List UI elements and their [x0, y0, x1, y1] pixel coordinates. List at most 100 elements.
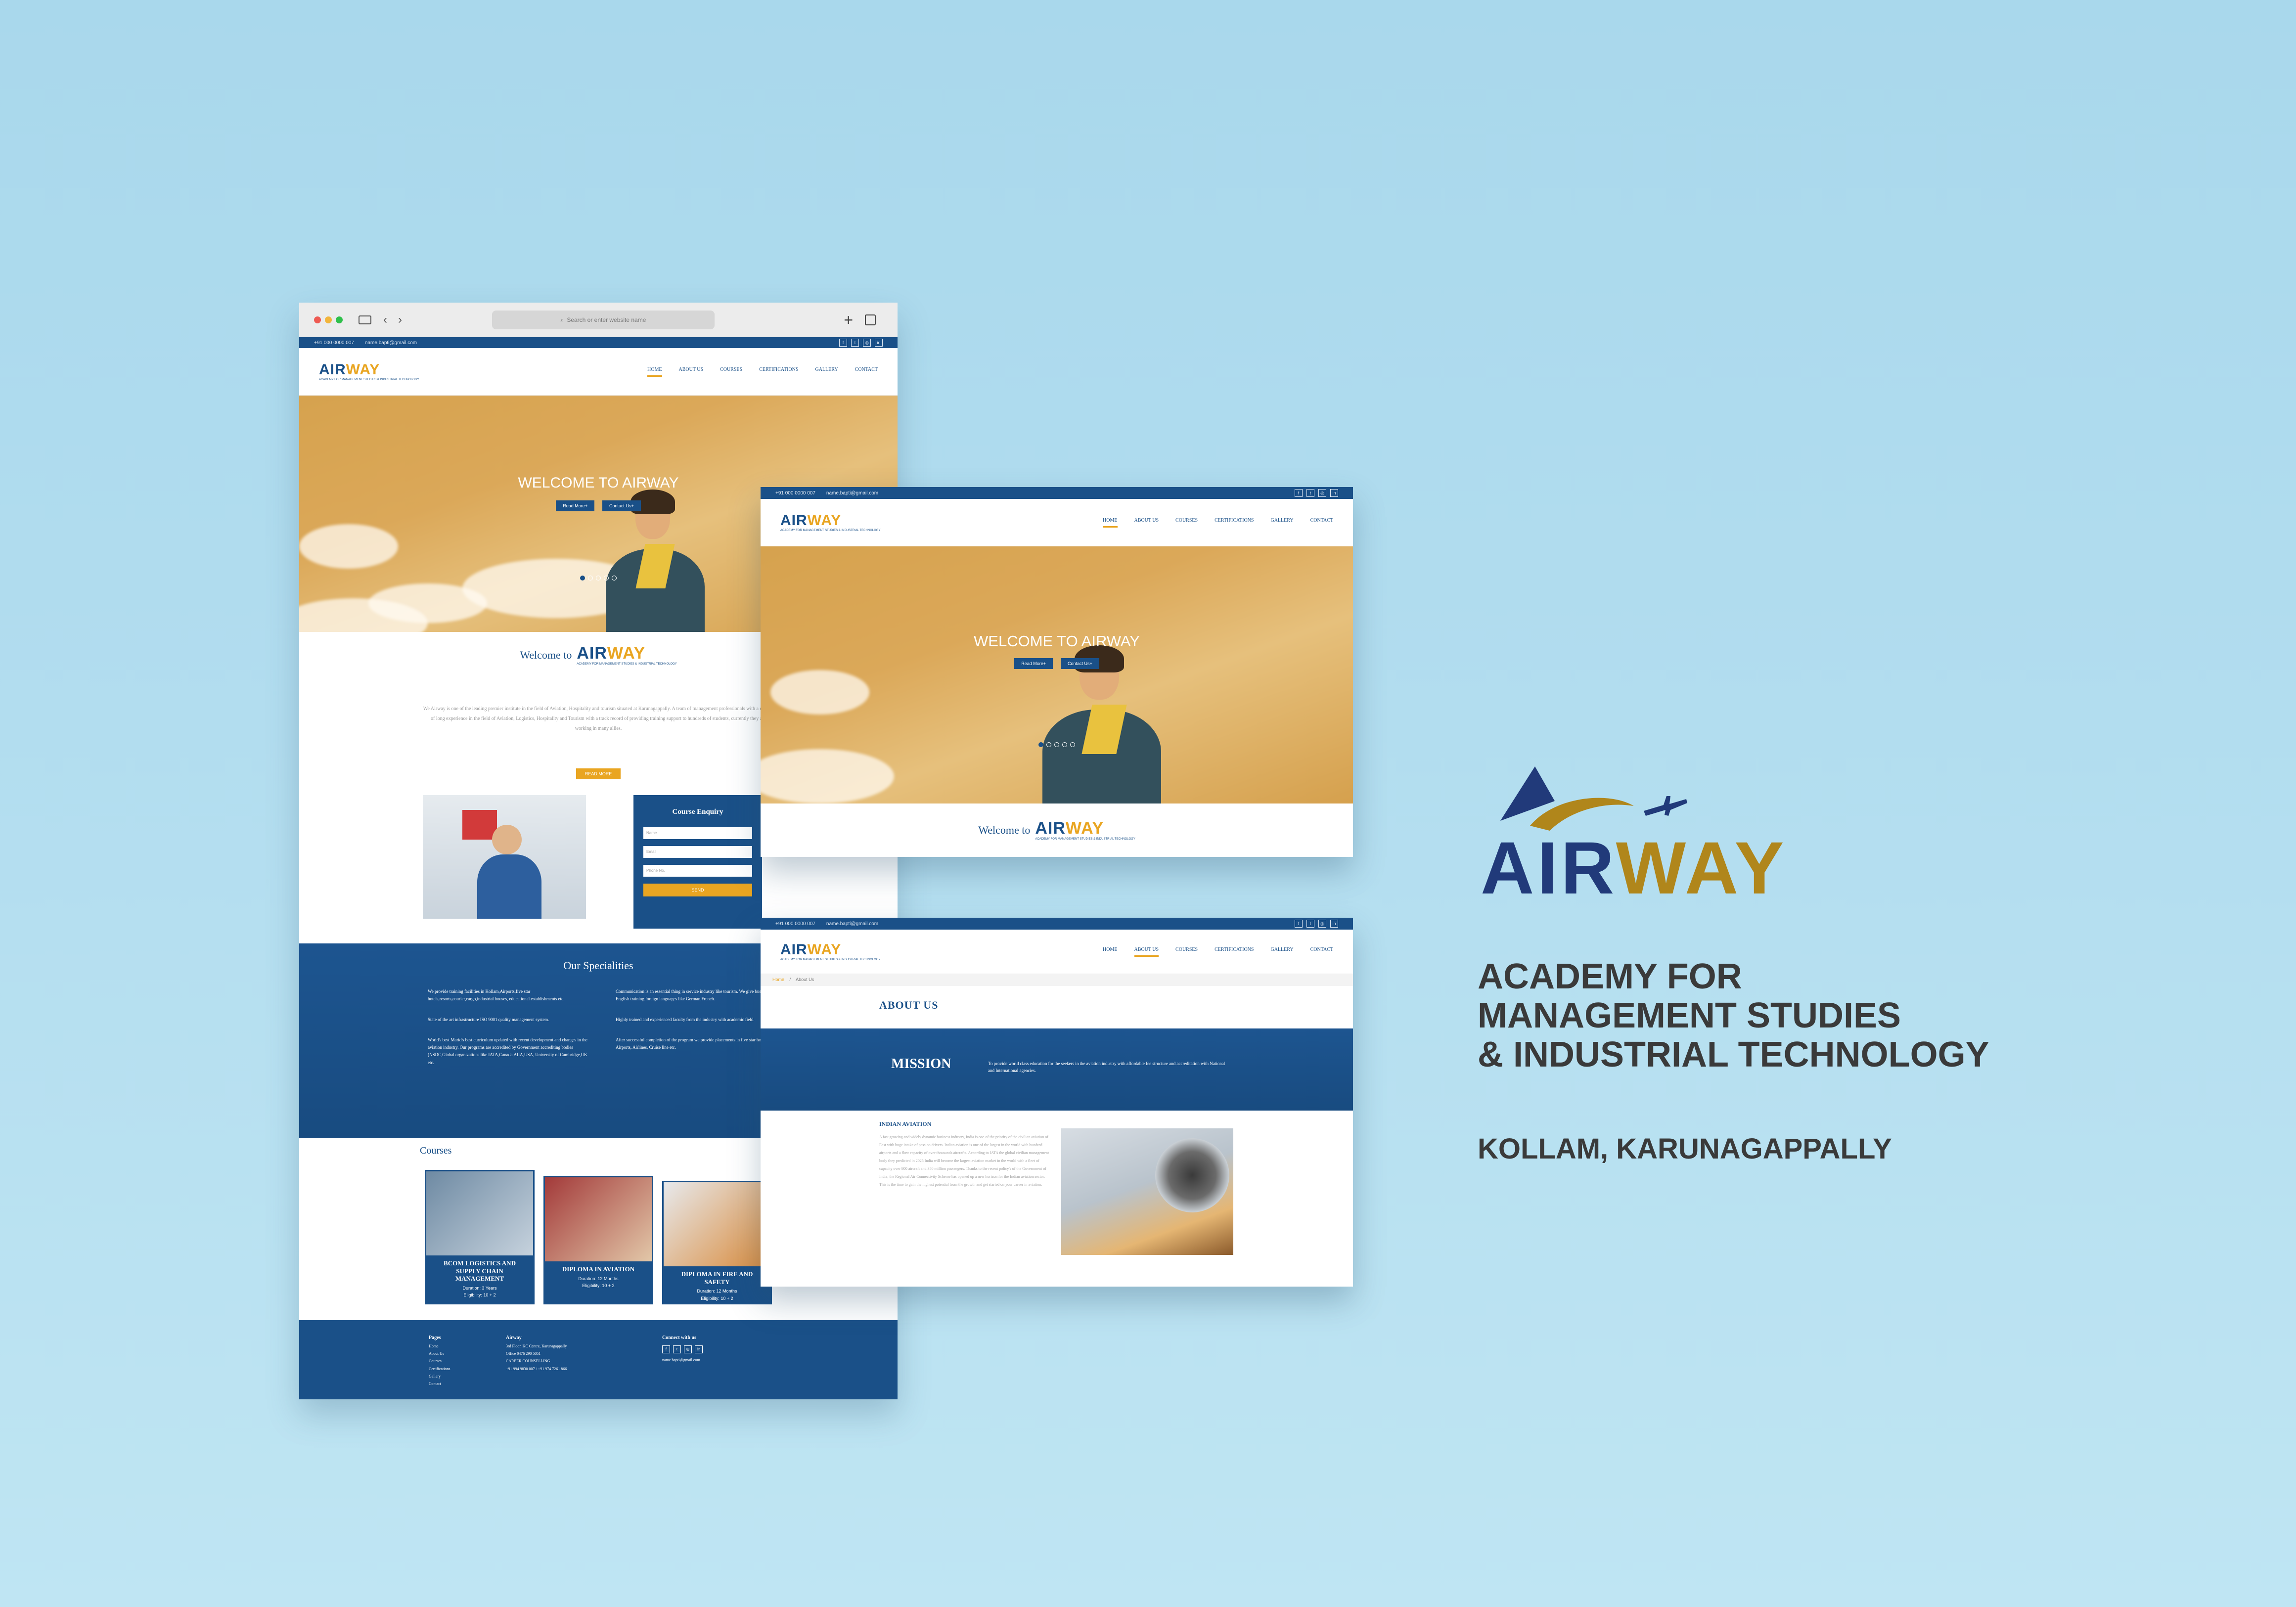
topbar-email[interactable]: name.bapti@gmail.com	[826, 491, 878, 496]
carousel-dot[interactable]	[1054, 742, 1059, 747]
hero-read-more-button[interactable]: Read More+	[1014, 658, 1053, 669]
mission-text: To provide world class education for the…	[988, 1061, 1225, 1073]
read-more-button[interactable]: READ MORE	[576, 768, 621, 779]
carousel-dot[interactable]	[588, 576, 593, 580]
nav-certifications[interactable]: CERTIFICATIONS	[1215, 518, 1254, 528]
carousel-dot[interactable]	[612, 576, 617, 580]
footer-link[interactable]: Contact	[429, 1380, 450, 1387]
footer-address-line: +91 994 9830 007 / +91 974 7261 866	[506, 1366, 567, 1371]
nav-courses[interactable]: COURSES	[1175, 518, 1198, 528]
facebook-icon[interactable]: f	[1295, 489, 1303, 497]
hero-read-more-button[interactable]: Read More+	[556, 500, 594, 511]
carousel-dot[interactable]	[580, 576, 585, 580]
twitter-icon[interactable]: t	[851, 339, 859, 347]
course-card[interactable]: BCOM LOGISTICS AND SUPPLY CHAIN MANAGEME…	[425, 1170, 535, 1304]
carousel-dot[interactable]	[1062, 742, 1067, 747]
tabs-overview-icon[interactable]	[865, 314, 876, 325]
sidebar-toggle-icon[interactable]	[359, 315, 371, 324]
speciality-item: Highly trained and experienced faculty f…	[616, 1017, 755, 1022]
nav-certifications[interactable]: CERTIFICATIONS	[759, 367, 798, 377]
footer-link[interactable]: Courses	[429, 1357, 450, 1365]
nav-about[interactable]: ABOUT US	[1134, 518, 1159, 528]
linkedin-icon[interactable]: in	[1330, 489, 1338, 497]
site-navbar: AIRWAY ACADEMY FOR MANAGEMENT STUDIES & …	[299, 348, 898, 396]
nav-courses[interactable]: COURSES	[720, 367, 742, 377]
enquiry-name-input[interactable]: Name	[643, 827, 752, 839]
instagram-icon[interactable]: ◎	[1318, 920, 1326, 928]
course-card[interactable]: DIPLOMA IN FIRE AND SAFETY Duration: 12 …	[662, 1181, 772, 1304]
carousel-dot[interactable]	[1038, 742, 1043, 747]
nav-home[interactable]: HOME	[647, 367, 662, 377]
twitter-icon[interactable]: t	[1306, 920, 1314, 928]
twitter-icon[interactable]: t	[673, 1345, 681, 1353]
instagram-icon[interactable]: ◎	[1318, 489, 1326, 497]
linkedin-icon[interactable]: in	[695, 1345, 703, 1353]
maximize-window-dot[interactable]	[336, 316, 343, 323]
linkedin-icon[interactable]: in	[875, 339, 883, 347]
nav-certifications[interactable]: CERTIFICATIONS	[1215, 947, 1254, 957]
nav-about[interactable]: ABOUT US	[1134, 947, 1159, 957]
course-card[interactable]: DIPLOMA IN AVIATION Duration: 12 Months …	[543, 1176, 653, 1304]
logo-subtitle: ACADEMY FOR MANAGEMENT STUDIES & INDUSTR…	[577, 663, 677, 666]
enquiry-email-input[interactable]: Email	[643, 846, 752, 858]
carousel-dot[interactable]	[1070, 742, 1075, 747]
forward-icon[interactable]: ›	[398, 313, 402, 327]
nav-home[interactable]: HOME	[1103, 518, 1118, 528]
enquiry-send-button[interactable]: SEND	[643, 884, 752, 896]
nav-contact[interactable]: CONTACT	[1310, 518, 1333, 528]
footer-link[interactable]: About Us	[429, 1350, 450, 1357]
breadcrumb: Home / About Us	[761, 974, 1353, 986]
site-logo[interactable]: AIRWAY ACADEMY FOR MANAGEMENT STUDIES & …	[780, 513, 880, 532]
logo-subtitle: ACADEMY FOR MANAGEMENT STUDIES & INDUSTR…	[780, 958, 881, 961]
nav-courses[interactable]: COURSES	[1175, 947, 1198, 957]
address-placeholder: Search or enter website name	[567, 316, 646, 323]
instagram-icon[interactable]: ◎	[863, 339, 871, 347]
nav-gallery[interactable]: GALLERY	[815, 367, 838, 377]
nav-gallery[interactable]: GALLERY	[1270, 518, 1293, 528]
site-logo[interactable]: AIRWAY ACADEMY FOR MANAGEMENT STUDIES & …	[780, 942, 880, 961]
site-navbar: AIRWAY ACADEMY FOR MANAGEMENT STUDIES & …	[761, 930, 1353, 974]
site-logo[interactable]: AIRWAY ACADEMY FOR MANAGEMENT STUDIES & …	[319, 362, 419, 381]
footer-link[interactable]: Gallery	[429, 1373, 450, 1380]
linkedin-icon[interactable]: in	[1330, 920, 1338, 928]
footer-link[interactable]: Home	[429, 1342, 450, 1350]
footer-email[interactable]: name.bapti@gmail.com	[662, 1356, 703, 1364]
footer-link[interactable]: Certifications	[429, 1365, 450, 1373]
minimize-window-dot[interactable]	[325, 316, 332, 323]
topbar-phone[interactable]: +91 000 0000 007	[775, 921, 815, 927]
courses-title: Courses	[420, 1145, 452, 1156]
nav-contact[interactable]: CONTACT	[855, 367, 878, 377]
facebook-icon[interactable]: f	[839, 339, 847, 347]
nav-about[interactable]: ABOUT US	[679, 367, 704, 377]
speciality-item: State of the art infrastructure ISO 9001…	[428, 1017, 549, 1022]
back-icon[interactable]: ‹	[383, 313, 387, 327]
carousel-dot[interactable]	[604, 576, 609, 580]
facebook-icon[interactable]: f	[662, 1345, 670, 1353]
enquiry-phone-input[interactable]: Phone No.	[643, 865, 752, 877]
twitter-icon[interactable]: t	[1306, 489, 1314, 497]
topbar-phone[interactable]: +91 000 0000 007	[314, 340, 354, 346]
logo-way: WAY	[1065, 819, 1104, 838]
breadcrumb-home[interactable]: Home	[772, 977, 784, 982]
topbar-phone[interactable]: +91 000 0000 007	[775, 491, 815, 496]
nav-gallery[interactable]: GALLERY	[1270, 947, 1293, 957]
close-window-dot[interactable]	[314, 316, 321, 323]
social-links: f t ◎ in	[1295, 489, 1338, 497]
hero-contact-button[interactable]: Contact Us+	[602, 500, 641, 511]
carousel-dot[interactable]	[596, 576, 601, 580]
logo-air: AIR	[780, 512, 808, 529]
brand-headline: ACADEMY FOR MANAGEMENT STUDIES & INDUSTR…	[1478, 957, 1989, 1075]
speciality-item: After successful completion of the progr…	[616, 1037, 768, 1050]
hero-contact-button[interactable]: Contact Us+	[1061, 658, 1099, 669]
topbar-email[interactable]: name.bapti@gmail.com	[365, 340, 417, 346]
mockup-home-hero: +91 000 0000 007 name.bapti@gmail.com f …	[761, 487, 1353, 857]
instagram-icon[interactable]: ◎	[684, 1345, 692, 1353]
new-tab-icon[interactable]: +	[844, 311, 853, 329]
address-bar[interactable]: ⌕ Search or enter website name	[492, 311, 715, 329]
nav-home[interactable]: HOME	[1103, 947, 1117, 957]
facebook-icon[interactable]: f	[1295, 920, 1303, 928]
social-links: f t ◎ in	[839, 339, 883, 347]
carousel-dot[interactable]	[1046, 742, 1051, 747]
nav-contact[interactable]: CONTACT	[1310, 947, 1333, 957]
topbar-email[interactable]: name.bapti@gmail.com	[826, 921, 878, 927]
